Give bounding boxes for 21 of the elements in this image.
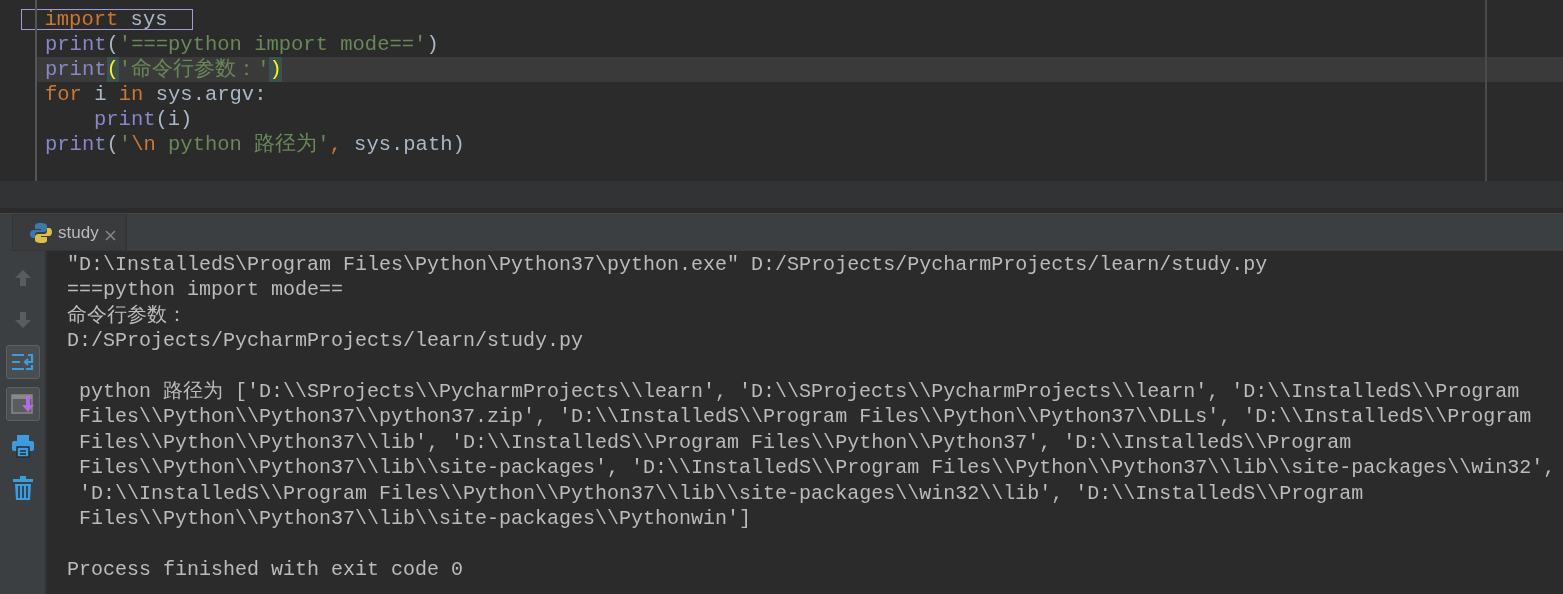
console-line: 命令行参数： bbox=[67, 302, 188, 329]
console-line: Files\\Python\\Python37\\python37.zip', 'D:\\InstalledS\\Program Files\\Python\\Python37\\DLLs', 'D:\\InstalledS\\Program bbox=[78, 404, 1533, 430]
python-logo-icon bbox=[30, 221, 52, 244]
console-line: Process finished with exit code 0 bbox=[67, 556, 465, 583]
code-line: print(i) bbox=[93, 107, 194, 132]
console-line: python 路径为 ['D:\\SProjects\\PycharmProjects\\learn', 'D:\\SProjects\\PycharmProjects\\learn', 'D:\\InstalledS\\Program bbox=[78, 378, 1521, 405]
code-line: import sys bbox=[0, 7, 1563, 32]
console-line: Files\\Python\\Python37\\lib\\site-packages\\Pythonwin'] bbox=[78, 505, 753, 532]
code-line: print('\n python 路径为', sys.path) bbox=[44, 132, 466, 157]
console-line: D:/SProjects/PycharmProjects/learn/study.py bbox=[67, 328, 585, 354]
console-line: ===python import mode== bbox=[67, 277, 345, 303]
console-line: Files\\Python\\Python37\\lib', 'D:\\InstalledS\\Program Files\\Python\\Python37', 'D:\\InstalledS\\Program bbox=[78, 429, 1353, 456]
console-line: Files\\Python\\Python37\\lib\\site-packages', 'D:\\InstalledS\\Program Files\\Python\\Python37\\lib\\site-packages\\win32', bbox=[78, 455, 1556, 481]
run-tab[interactable]: study bbox=[12, 214, 127, 251]
soft-wrap-icon[interactable] bbox=[5, 345, 40, 379]
code-line: print('===python import mode==') bbox=[44, 32, 440, 57]
scroll-to-end-icon[interactable] bbox=[5, 387, 40, 421]
code-line: for i in sys.argv: bbox=[44, 82, 268, 107]
close-icon[interactable] bbox=[104, 230, 116, 241]
console-line: 'D:\\InstalledS\\Program Files\\Python\\Python37\\lib\\site-packages\\win32\\lib', 'D:\\InstalledS\\Program bbox=[78, 480, 1365, 506]
console-line: "D:\InstalledS\Program Files\Python\Python37\python.exe" D:/SProjects/PycharmProjects/learn/study.py bbox=[67, 252, 1269, 278]
